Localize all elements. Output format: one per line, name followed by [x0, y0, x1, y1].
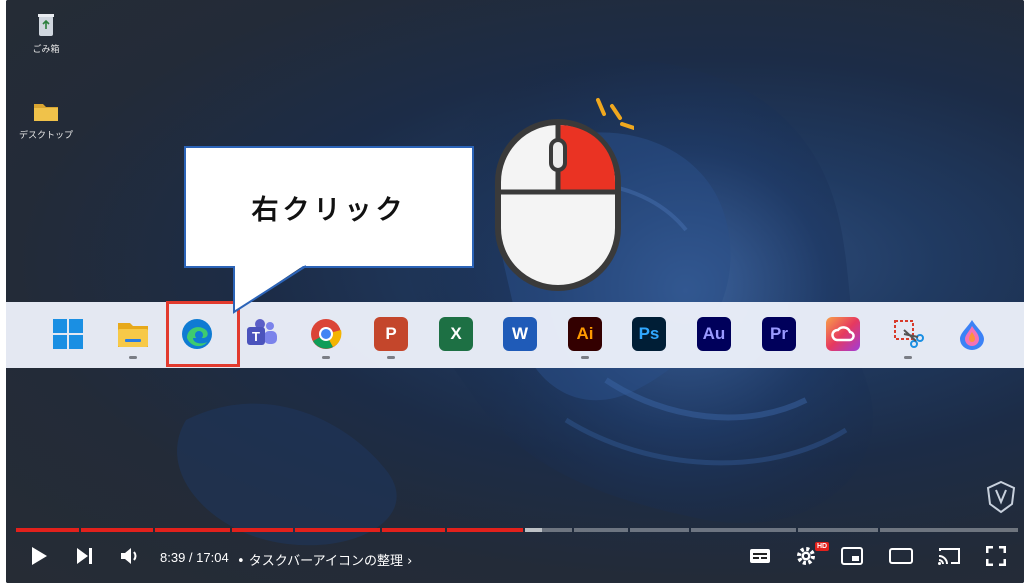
callout-tail — [233, 264, 307, 314]
progress-chapter-segment[interactable] — [691, 528, 796, 532]
taskbar-audition-icon[interactable]: Au — [696, 316, 732, 352]
progress-bar[interactable] — [16, 528, 1018, 532]
taskbar-photoshop-icon[interactable]: Ps — [631, 316, 667, 352]
taskbar-running-indicator — [129, 356, 137, 359]
taskbar-excel-icon[interactable]: X — [438, 316, 474, 352]
progress-buffered — [525, 528, 542, 532]
progress-played — [382, 528, 445, 532]
taskbar-premiere-label: Pr — [770, 324, 788, 343]
chapter-title[interactable]: • タスクバーアイコンの整理 › — [237, 550, 412, 569]
taskbar-running-indicator — [904, 356, 912, 359]
progress-chapter-segment[interactable] — [880, 528, 1018, 532]
subtitles-icon[interactable] — [746, 541, 774, 571]
progress-chapter-segment[interactable] — [574, 528, 628, 532]
taskbar-powerpoint-label: P — [385, 324, 397, 343]
play-icon[interactable] — [26, 541, 52, 571]
taskbar-audition-glyph: Au — [697, 317, 731, 351]
taskbar-running-indicator — [387, 356, 395, 359]
folder-label: デスクトップ — [18, 131, 73, 141]
folder-icon[interactable]: デスクトップ — [16, 96, 76, 141]
cast-icon[interactable] — [934, 541, 964, 571]
progress-played — [155, 528, 230, 532]
taskbar-start-glyph — [51, 317, 85, 351]
svg-text:T: T — [252, 329, 260, 344]
taskbar-word-glyph: W — [503, 317, 537, 351]
callout-text: 右クリック — [251, 194, 407, 226]
next-icon[interactable] — [72, 541, 98, 571]
taskbar-snipping-tool-glyph — [891, 317, 925, 351]
miniplayer-icon[interactable] — [838, 541, 866, 571]
taskbar-chrome-icon[interactable] — [308, 316, 344, 352]
volume-icon[interactable] — [118, 541, 144, 571]
taskbar-powerpoint-glyph: P — [374, 317, 408, 351]
taskbar-illustrator-label: Ai — [576, 324, 594, 343]
theater-mode-icon[interactable] — [886, 541, 916, 571]
progress-played — [81, 528, 153, 532]
taskbar-start-icon[interactable] — [50, 316, 86, 352]
progress-played — [16, 528, 79, 532]
taskbar-excel-label: X — [450, 324, 462, 343]
taskbar-explorer-glyph — [116, 317, 150, 351]
taskbar-excel-glyph: X — [439, 317, 473, 351]
taskbar-creative-cloud-icon[interactable] — [825, 316, 861, 352]
progress-played — [295, 528, 380, 532]
channel-watermark-icon[interactable] — [986, 480, 1016, 514]
taskbar-running-indicator — [581, 356, 589, 359]
taskbar-explorer-icon[interactable] — [115, 316, 151, 352]
player-controls: 8:39 / 17:04 • タスクバーアイコンの整理 › — [6, 535, 1024, 579]
taskbar-photoshop-glyph: Ps — [632, 317, 666, 351]
callout-bubble: 右クリック — [184, 146, 474, 268]
time-display: 8:39 / 17:04 — [160, 550, 229, 565]
taskbar-premiere-glyph: Pr — [762, 317, 796, 351]
mouse-right-click-icon — [495, 98, 634, 291]
recycle-bin-icon[interactable]: ごみ箱 — [16, 10, 76, 55]
chevron-right-icon: › — [407, 554, 413, 569]
video-frame[interactable]: ごみ箱 デスクトップ T P X W Ai Ps Au Pr 右クリック 8:39 / — [6, 0, 1024, 583]
taskbar-teams-icon[interactable]: T — [244, 316, 280, 352]
progress-chapter-segment[interactable] — [798, 528, 878, 532]
taskbar-teams-glyph: T — [245, 317, 279, 351]
recycle-bin-label: ごみ箱 — [32, 45, 60, 55]
taskbar-audition-label: Au — [702, 324, 726, 343]
taskbar-paint-icon[interactable] — [954, 316, 990, 352]
taskbar-creative-cloud-glyph — [826, 317, 860, 351]
taskbar-word-icon[interactable]: W — [502, 316, 538, 352]
taskbar: T P X W Ai Ps Au Pr — [6, 302, 1024, 368]
hd-badge: HD — [815, 542, 830, 551]
taskbar-illustrator-glyph: Ai — [568, 317, 602, 351]
progress-chapter-segment[interactable] — [630, 528, 689, 532]
taskbar-chrome-glyph — [309, 317, 343, 351]
taskbar-premiere-icon[interactable]: Pr — [761, 316, 797, 352]
taskbar-snipping-tool-icon[interactable] — [890, 316, 926, 352]
progress-played — [447, 528, 523, 532]
taskbar-powerpoint-icon[interactable]: P — [373, 316, 409, 352]
taskbar-illustrator-icon[interactable]: Ai — [567, 316, 603, 352]
fullscreen-icon[interactable] — [982, 541, 1010, 571]
taskbar-paint-glyph — [955, 317, 989, 351]
taskbar-photoshop-label: Ps — [638, 324, 660, 343]
progress-played — [232, 528, 293, 532]
taskbar-word-label: W — [511, 324, 529, 343]
chapter-text: • タスクバーアイコンの整理 — [237, 554, 403, 569]
taskbar-running-indicator — [322, 356, 330, 359]
